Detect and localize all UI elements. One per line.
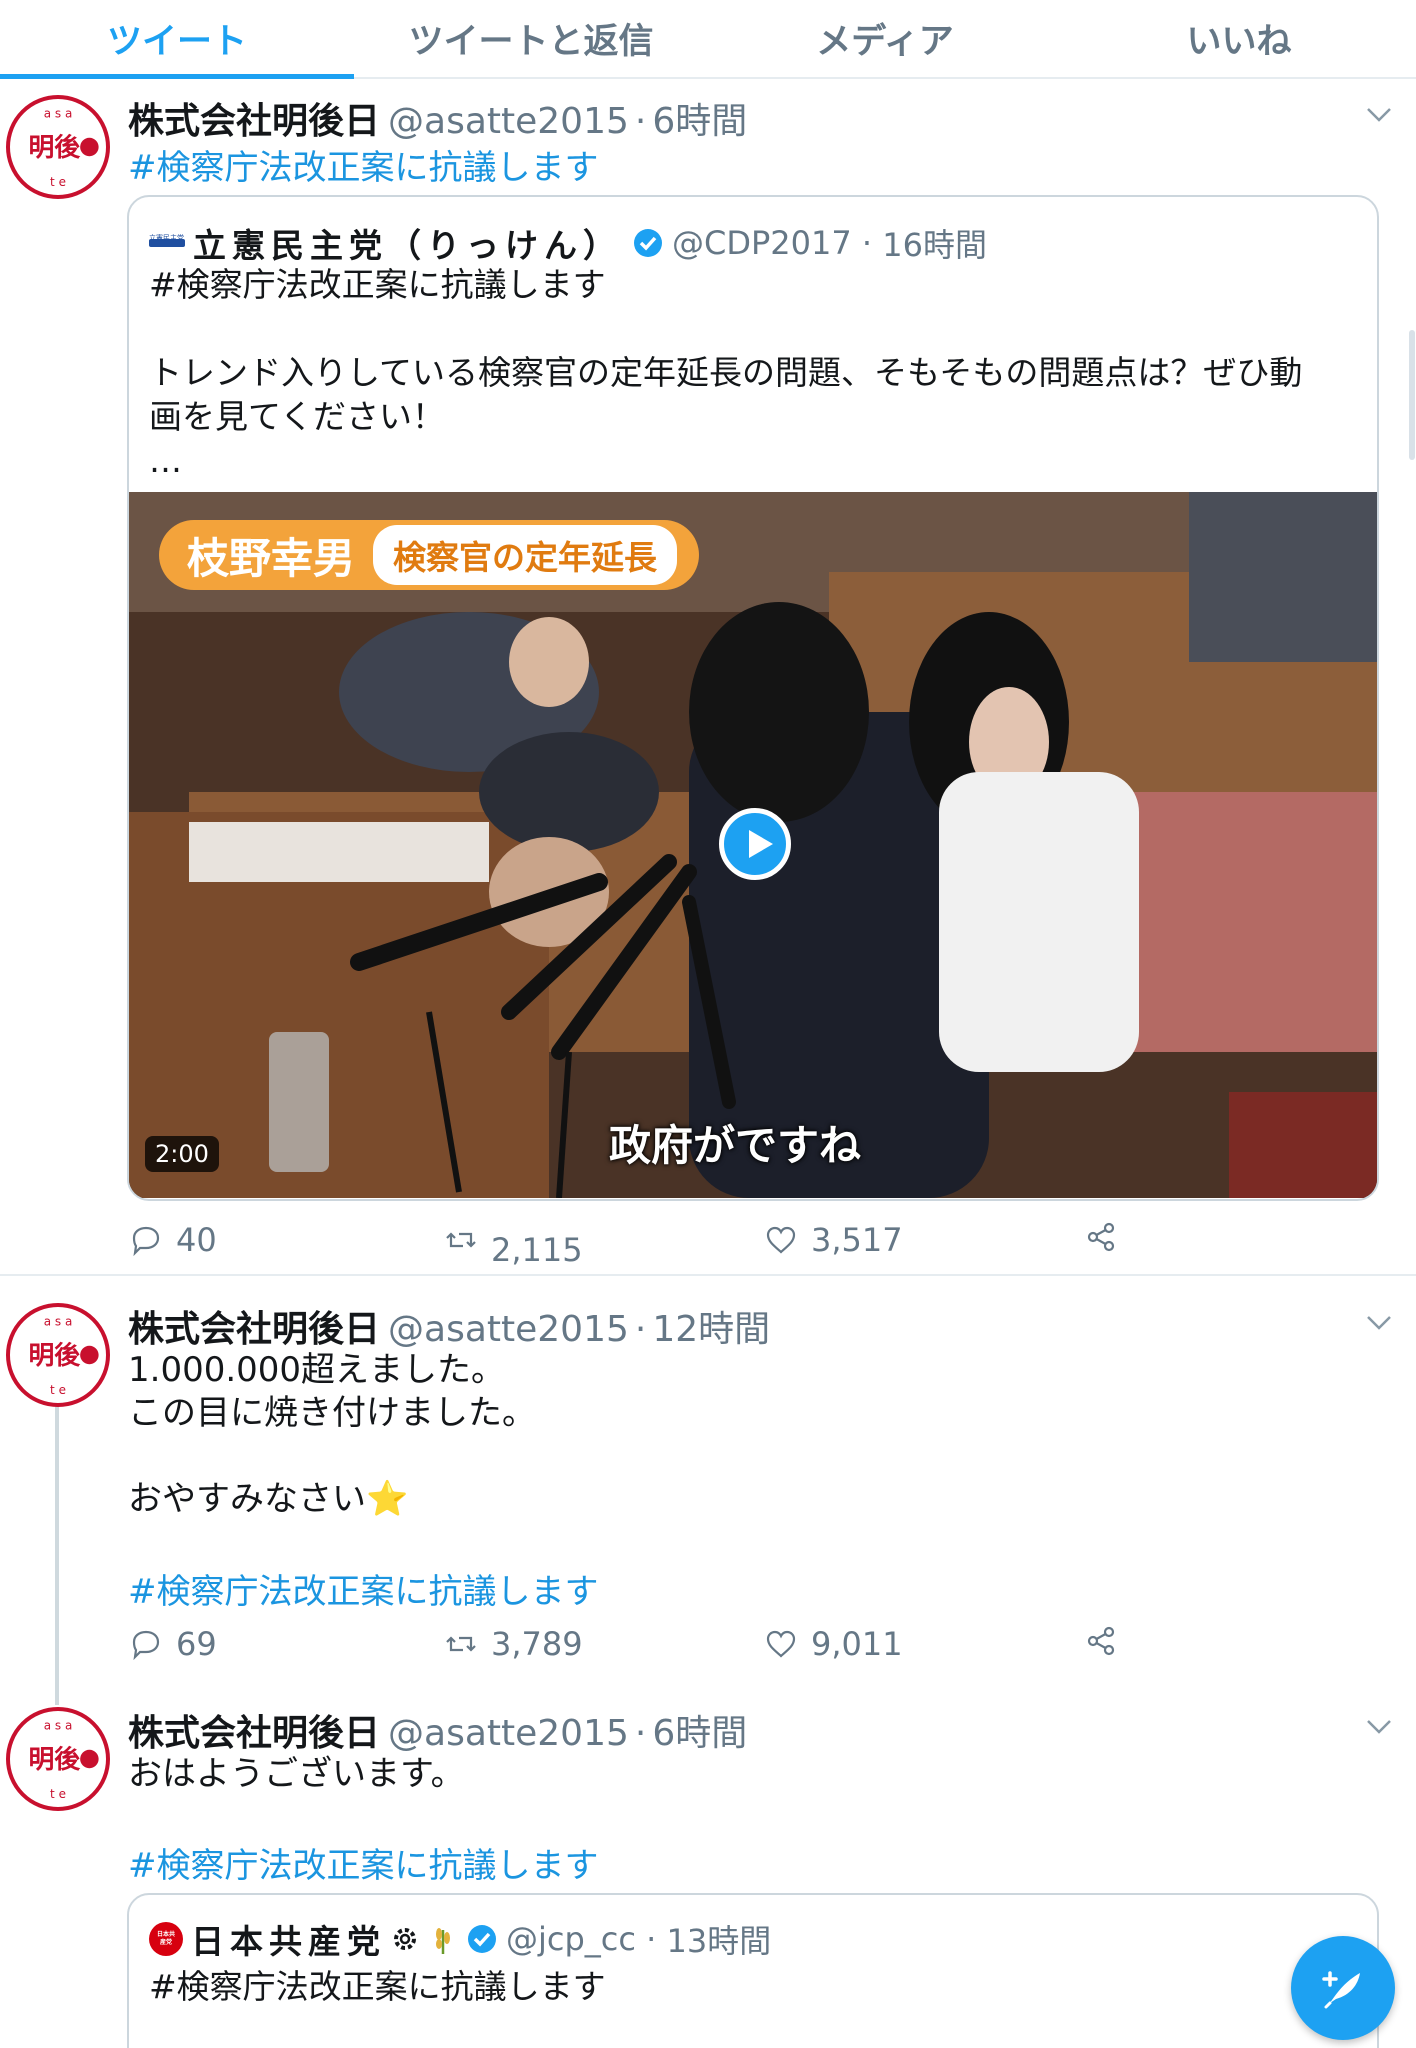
svg-text:t e: t e (50, 1787, 66, 1801)
video-topic: 検察官の定年延長 (373, 525, 678, 585)
video-player[interactable]: 枝野幸男 検察官の定年延長 政府がですね 2:00 (129, 492, 1377, 1198)
tweet-actions: 40 2,115 3,517 (130, 1221, 1131, 1269)
rice-plant-icon (428, 1922, 458, 1956)
reply-icon (132, 1226, 160, 1256)
svg-text:明後: 明後 (28, 1745, 81, 1775)
chevron-down-icon[interactable] (1364, 1308, 1394, 1338)
verified-badge-icon (466, 1923, 498, 1955)
svg-text:t e: t e (50, 175, 66, 189)
profile-tabs: ツイート ツイートと返信 メディア いいね (0, 0, 1416, 79)
quote-text: #検察庁法改正案に抗議します (149, 1967, 606, 2006)
verified-badge-icon (632, 227, 664, 259)
quote-author-handle[interactable]: @jcp_cc (506, 1920, 636, 1958)
asatte-logo-icon: a s a t e 明後 (28, 1314, 99, 1397)
svg-text:a s a: a s a (44, 106, 73, 120)
author-name[interactable]: 株式会社明後日 (128, 1300, 380, 1352)
svg-text:a s a: a s a (44, 1314, 73, 1328)
separator-dot: · (851, 224, 883, 262)
author-handle[interactable]: @asatte2015 (388, 1713, 629, 1754)
avatar[interactable]: a s a t e 明後 (6, 95, 110, 199)
tab-media[interactable]: メディア (708, 0, 1062, 77)
asatte-logo-icon: a s a t e 明後 (28, 1718, 99, 1801)
reply-button[interactable]: 69 (130, 1625, 217, 1663)
quote-author-handle[interactable]: @CDP2017 (672, 224, 852, 262)
svg-text:t e: t e (50, 1383, 66, 1397)
tweet-time[interactable]: 6時間 (652, 1704, 747, 1756)
quote-author-name[interactable]: 日本共産党 (191, 1915, 386, 1963)
reply-count: 69 (176, 1625, 217, 1663)
tweet-header: 株式会社明後日 @asatte2015 · 6時間 (128, 1704, 747, 1756)
quote-header: 立憲民主党 立憲民主党（りっけん） @CDP2017 · 16時間 (149, 219, 987, 267)
retweet-count: 2,115 (491, 1231, 583, 1269)
avatar[interactable]: a s a t e 明後 (6, 1707, 110, 1811)
author-name[interactable]: 株式会社明後日 (128, 1704, 380, 1756)
jcp-logo-icon: 日本共産党 (149, 1922, 183, 1956)
tweet-divider (0, 1274, 1416, 1276)
retweet-icon (446, 1232, 476, 1248)
retweet-button[interactable]: 3,789 (445, 1625, 583, 1663)
separator-dot: · (634, 1713, 647, 1754)
quote-header: 日本共産党 日本共産党 @jcp_cc · 13時間 (149, 1915, 771, 1963)
quoted-tweet[interactable]: 日本共産党 日本共産党 @jcp_cc · 13時間 #検察庁法改正案に抗議しま… (127, 1893, 1379, 2048)
tab-tweets[interactable]: ツイート (0, 0, 354, 79)
tweet-text: 1.000.000超えました。 この目に焼き付けました。 おやすみなさい⭐ (128, 1350, 536, 1519)
scrollbar[interactable] (1409, 330, 1415, 460)
reply-button[interactable]: 40 (130, 1221, 217, 1259)
svg-text:明後: 明後 (28, 1341, 81, 1371)
quote-author-name[interactable]: 立憲民主党（りっけん） (193, 219, 622, 267)
like-count: 3,517 (811, 1221, 903, 1259)
share-icon (1087, 1222, 1115, 1252)
tab-tweets-and-replies[interactable]: ツイートと返信 (354, 0, 708, 77)
author-name[interactable]: 株式会社明後日 (128, 92, 380, 144)
separator-dot: · (635, 1920, 667, 1958)
retweet-button[interactable]: 2,115 (445, 1221, 583, 1269)
quote-time[interactable]: 13時間 (667, 1916, 772, 1962)
video-duration: 2:00 (145, 1136, 219, 1172)
gear-icon (390, 1924, 420, 1954)
quote-text: #検察庁法改正案に抗議します トレンド入りしている検察官の定年延長の問題、そもそ… (149, 265, 1303, 480)
heart-icon (766, 1630, 796, 1658)
tab-likes[interactable]: いいね (1062, 0, 1416, 77)
avatar[interactable]: a s a t e 明後 (6, 1303, 110, 1407)
chevron-down-icon[interactable] (1364, 1712, 1394, 1742)
heart-icon (766, 1226, 796, 1254)
video-speaker-name: 枝野幸男 (187, 533, 356, 583)
retweet-icon (446, 1636, 476, 1652)
share-button[interactable] (1085, 1221, 1131, 1253)
tweet-time[interactable]: 12時間 (652, 1300, 770, 1352)
reply-icon (132, 1630, 160, 1660)
share-button[interactable] (1085, 1625, 1131, 1657)
tweet-header: 株式会社明後日 @asatte2015 · 12時間 (128, 1300, 770, 1352)
hashtag-link[interactable]: #検察庁法改正案に抗議します (128, 1838, 599, 1887)
like-button[interactable]: 9,011 (765, 1625, 903, 1663)
hashtag-link[interactable]: #検察庁法改正案に抗議します (128, 1564, 599, 1613)
tweet-header: 株式会社明後日 @asatte2015 · 6時間 (128, 92, 747, 144)
tweet-text: おはようございます。 (128, 1754, 465, 1794)
like-button[interactable]: 3,517 (765, 1221, 903, 1259)
video-subtitle: 政府がですね (609, 1121, 862, 1170)
quote-time[interactable]: 16時間 (882, 220, 987, 266)
cdp-logo-icon: 立憲民主党 (149, 233, 185, 253)
compose-feather-icon (1322, 1971, 1360, 2009)
svg-text:明後: 明後 (28, 133, 81, 163)
compose-tweet-button[interactable] (1291, 1936, 1395, 2040)
asatte-logo-icon: a s a t e 明後 (28, 106, 99, 189)
author-handle[interactable]: @asatte2015 (388, 101, 629, 142)
tweet-time[interactable]: 6時間 (652, 92, 747, 144)
video-name-tag: 枝野幸男 検察官の定年延長 (159, 520, 700, 590)
thread-line (55, 1405, 59, 1705)
hashtag-link[interactable]: #検察庁法改正案に抗議します (128, 140, 599, 189)
separator-dot: · (634, 101, 647, 142)
quoted-tweet[interactable]: 立憲民主党 立憲民主党（りっけん） @CDP2017 · 16時間 #検察庁法改… (127, 195, 1379, 1201)
separator-dot: · (634, 1309, 647, 1350)
play-button-icon[interactable] (719, 808, 791, 880)
reply-count: 40 (176, 1221, 217, 1259)
share-icon (1087, 1626, 1115, 1656)
tweet-actions: 69 3,789 9,011 (130, 1625, 1130, 1665)
like-count: 9,011 (811, 1625, 903, 1663)
author-handle[interactable]: @asatte2015 (388, 1309, 629, 1350)
svg-text:a s a: a s a (44, 1718, 73, 1732)
retweet-count: 3,789 (491, 1625, 583, 1663)
chevron-down-icon[interactable] (1364, 100, 1394, 130)
